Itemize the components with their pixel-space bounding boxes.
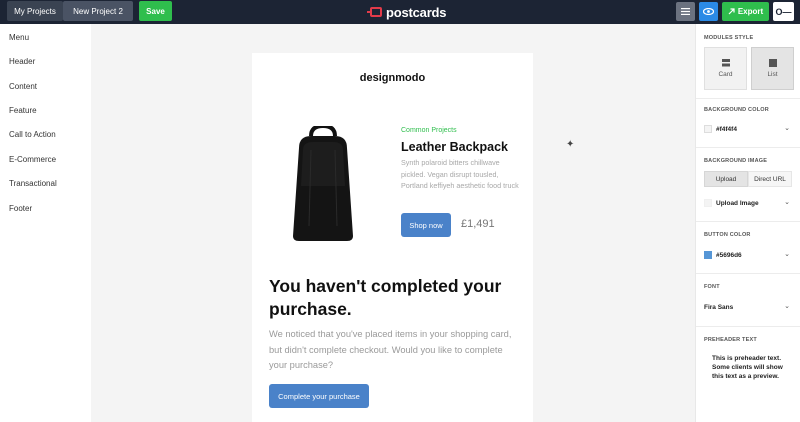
style-option-card[interactable]: Card: [704, 47, 747, 90]
save-button[interactable]: Save: [139, 1, 172, 21]
email-body-text: We noticed that you've placed items in y…: [269, 329, 512, 370]
upload-image-picker[interactable]: Upload Image ⌄: [704, 195, 794, 211]
shop-now-button[interactable]: Shop now: [401, 213, 451, 237]
postcards-logo-icon: [367, 7, 382, 17]
card-layout-icon: [721, 59, 730, 67]
settings-panel: MODULES STYLE Card List BACKGROUND COLOR…: [695, 24, 800, 422]
chevron-down-icon: ⌄: [784, 125, 790, 132]
menu-button[interactable]: [676, 2, 695, 21]
email-headline: You haven't completed your purchase.: [269, 276, 502, 319]
backpack-image: [293, 126, 353, 241]
export-arrow-icon: [728, 8, 735, 15]
background-color-label: BACKGROUND COLOR: [704, 107, 769, 113]
app-logo: postcards: [367, 3, 447, 21]
font-select[interactable]: Fira Sans ⌄: [704, 299, 794, 315]
background-color-value: #f4f4f4: [716, 125, 737, 133]
tab-direct-url[interactable]: Direct URL: [748, 171, 792, 187]
mouse-cursor-icon: ✦: [566, 139, 575, 150]
font-label: FONT: [704, 284, 720, 290]
divider: [696, 147, 800, 148]
logo-text: postcards: [386, 4, 447, 20]
background-color-picker[interactable]: #f4f4f4 ⌄: [704, 121, 794, 137]
background-color-swatch: [704, 125, 712, 133]
image-placeholder-swatch: [704, 199, 712, 207]
chevron-down-icon: ⌄: [784, 199, 790, 206]
button-color-value: #5696d6: [716, 251, 742, 259]
chevron-down-icon: ⌄: [784, 303, 790, 310]
style-option-list[interactable]: List: [751, 47, 794, 90]
background-image-label: BACKGROUND IMAGE: [704, 158, 768, 164]
tab-upload[interactable]: Upload: [704, 171, 748, 187]
font-value: Fira Sans: [704, 303, 734, 311]
sidebar-item-feature[interactable]: Feature: [9, 106, 37, 115]
list-layout-icon: [768, 59, 777, 67]
sidebar-item-call-to-action[interactable]: Call to Action: [9, 130, 56, 139]
style-option-list-label: List: [767, 71, 778, 78]
button-color-picker[interactable]: #5696d6 ⌄: [704, 247, 794, 263]
chevron-down-icon: ⌄: [784, 251, 790, 258]
sidebar-item-transactional[interactable]: Transactional: [9, 179, 57, 188]
button-color-swatch: [704, 251, 712, 259]
email-brand: designmodo: [359, 72, 426, 84]
modules-sidebar: Menu Header Content Feature Call to Acti…: [0, 24, 91, 422]
sidebar-item-e-commerce[interactable]: E-Commerce: [9, 155, 56, 164]
button-color-label: BUTTON COLOR: [704, 232, 751, 238]
product-category: Common Projects: [401, 127, 457, 134]
sidebar-item-content[interactable]: Content: [9, 82, 37, 91]
avatar[interactable]: O—: [773, 2, 794, 21]
divider: [696, 221, 800, 222]
upload-image-label: Upload Image: [716, 199, 759, 207]
modules-style-label: MODULES STYLE: [704, 35, 754, 41]
export-label: Export: [737, 7, 764, 16]
top-bar: My Projects New Project 2 Save postcards…: [0, 0, 800, 24]
product-title: Leather Backpack: [401, 140, 509, 154]
style-option-card-label: Card: [718, 71, 733, 78]
preheader-text-label: PREHEADER TEXT: [704, 337, 757, 343]
hamburger-icon: [681, 8, 690, 15]
preheader-text-field[interactable]: This is preheader text. Some clients wil…: [712, 354, 794, 381]
email-preview[interactable]: designmodo Common Projects Leather Backp…: [252, 53, 533, 422]
sidebar-item-footer[interactable]: Footer: [9, 204, 32, 213]
export-button[interactable]: Export: [722, 2, 769, 21]
tab-my-projects[interactable]: My Projects: [7, 1, 63, 21]
product-price: £1,491: [461, 218, 495, 230]
preview-button[interactable]: [699, 2, 718, 21]
divider: [696, 273, 800, 274]
complete-purchase-button[interactable]: Complete your purchase: [269, 384, 369, 408]
product-description: Synth polaroid bitters chillwave pickled…: [401, 158, 519, 190]
divider: [696, 98, 800, 99]
eye-icon: [703, 8, 714, 15]
tab-new-project-2[interactable]: New Project 2: [63, 1, 133, 21]
sidebar-item-header[interactable]: Header: [9, 57, 35, 66]
divider: [696, 326, 800, 327]
sidebar-item-menu[interactable]: Menu: [9, 33, 29, 42]
